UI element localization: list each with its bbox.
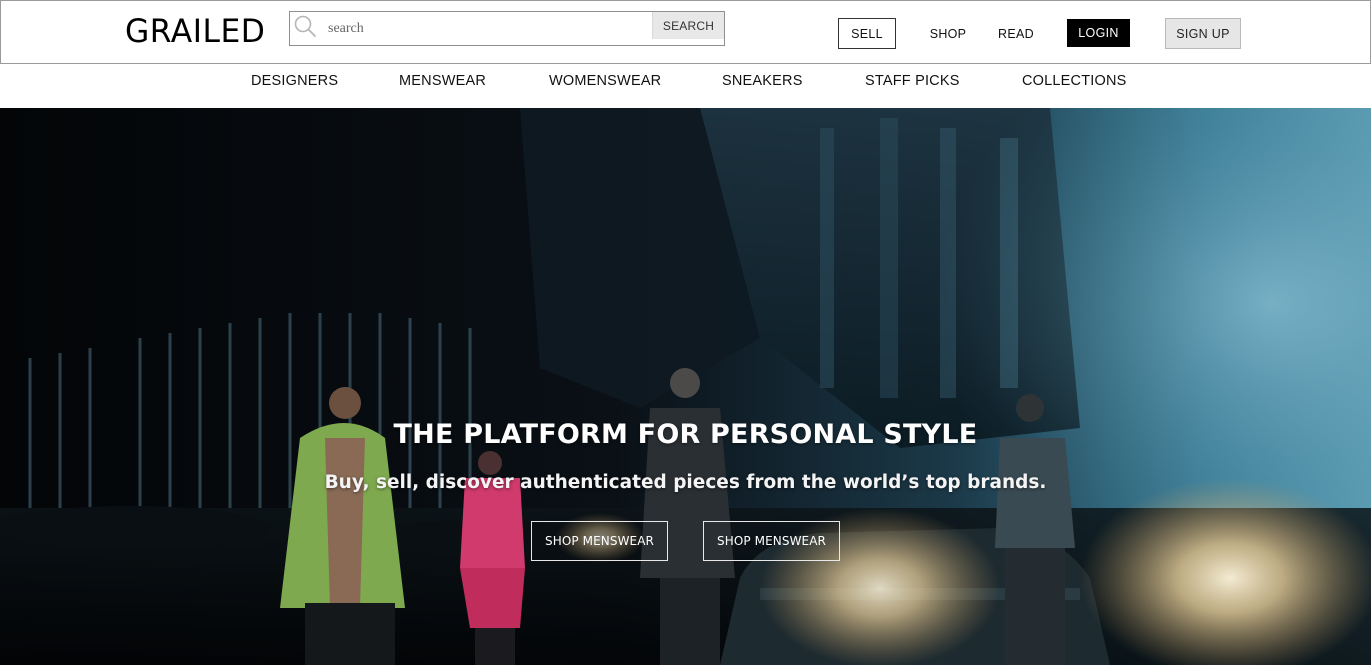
shop-menswear-button-secondary[interactable]: SHOP MENSWEAR [703, 521, 840, 561]
search-input[interactable] [328, 18, 628, 40]
search-bar: SEARCH [289, 11, 725, 46]
read-link[interactable]: READ [991, 18, 1041, 49]
nav-item-designers[interactable]: DESIGNERS [251, 73, 338, 89]
hero-title: THE PLATFORM FOR PERSONAL STYLE [393, 419, 978, 450]
nav-item-womenswear[interactable]: WOMENSWEAR [549, 73, 661, 89]
hero-banner: THE PLATFORM FOR PERSONAL STYLE Buy, sel… [0, 108, 1371, 665]
nav-item-sneakers[interactable]: SNEAKERS [722, 73, 803, 89]
shop-link[interactable]: SHOP [923, 18, 973, 49]
hero-subtitle: Buy, sell, discover authenticated pieces… [324, 472, 1047, 493]
nav-item-collections[interactable]: COLLECTIONS [1022, 73, 1127, 89]
grailed-logo[interactable]: GRAILED [125, 13, 265, 49]
signup-button[interactable]: SIGN UP [1165, 18, 1241, 49]
sell-button[interactable]: SELL [838, 18, 896, 49]
search-icon [293, 14, 317, 38]
shop-menswear-button[interactable]: SHOP MENSWEAR [531, 521, 668, 561]
category-nav: DESIGNERS MENSWEAR WOMENSWEAR SNEAKERS S… [0, 64, 1371, 108]
nav-item-menswear[interactable]: MENSWEAR [399, 73, 486, 89]
nav-item-staff-picks[interactable]: STAFF PICKS [865, 73, 960, 89]
hero-background-image [0, 108, 1371, 665]
search-button[interactable]: SEARCH [652, 12, 724, 39]
site-header: GRAILED SEARCH SELL SHOP READ LOGIN SIGN… [0, 0, 1371, 64]
login-button[interactable]: LOGIN [1067, 19, 1130, 47]
